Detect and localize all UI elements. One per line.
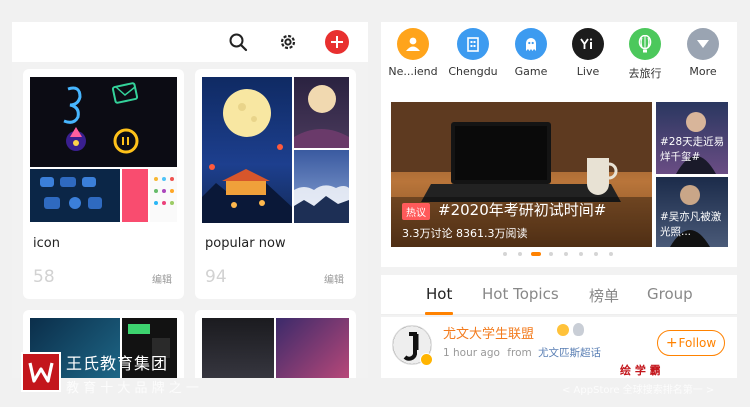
collection-cover-image <box>30 77 177 167</box>
shortcut-label: More <box>689 65 717 78</box>
side-banner-title: #28天走近易烊千玺# <box>660 136 725 163</box>
tab-hot[interactable]: Hot <box>426 285 452 303</box>
carousel-dot[interactable] <box>609 252 613 256</box>
carousel-dot[interactable] <box>518 252 522 256</box>
watermark-slogan: 教 育 十 大 品 牌 之 一 <box>66 381 199 396</box>
shortcut-live[interactable]: Live <box>562 28 614 90</box>
shortcut-label: 去旅行 <box>628 67 662 80</box>
collection-thumb <box>202 318 274 378</box>
shortcut-more[interactable]: More <box>677 28 729 90</box>
building-icon <box>457 28 489 60</box>
collection-title: popular now <box>205 236 286 251</box>
post-source[interactable]: 尤文匹斯超话 <box>538 347 601 359</box>
shortcut-chengdu[interactable]: Chengdu <box>447 28 499 90</box>
shortcut-label: Live <box>576 65 600 78</box>
active-tab-indicator <box>425 312 453 315</box>
follow-button[interactable]: + Follow <box>657 330 725 356</box>
carousel-dot[interactable] <box>579 252 583 256</box>
shortcut-new-friend[interactable]: Ne...iend <box>387 28 439 90</box>
feed-item[interactable]: 尤文大学生联盟 1 hour ago from 尤文匹斯超话 + Follow <box>381 317 737 378</box>
collection-thumb <box>122 169 148 222</box>
tab-hot-topics[interactable]: Hot Topics <box>482 285 559 303</box>
side-banner-title: #吴亦凡被激光照... <box>660 211 722 238</box>
feed-meta: 1 hour ago from 尤文匹斯超话 <box>443 345 601 360</box>
topic-banner-side[interactable]: #28天走近易烊千玺# <box>656 102 728 174</box>
user-icon <box>397 28 429 60</box>
shortcut-game[interactable]: Game <box>505 28 557 90</box>
shortcut-label: Ne...iend <box>388 65 438 78</box>
top-bar <box>12 22 368 62</box>
from-label: from <box>507 347 532 359</box>
watermark-mark: 绘 学 霸 <box>620 364 661 377</box>
carousel-dot[interactable] <box>594 252 598 256</box>
gear-icon[interactable] <box>275 29 301 55</box>
post-time: 1 hour ago <box>443 347 500 359</box>
collections-screen: icon 58 编辑 popular now 94 编辑 <box>12 22 368 378</box>
watermark-logo <box>21 352 61 392</box>
medal-icon <box>573 323 584 336</box>
tab-group[interactable]: Group <box>647 285 693 303</box>
live-icon <box>572 28 604 60</box>
discover-header: Ne...iend Chengdu Game Live 去旅行 More 热议 … <box>381 22 737 267</box>
topic-banner-side[interactable]: #吴亦凡被激光照... <box>656 177 728 247</box>
search-icon[interactable] <box>225 29 251 55</box>
banner-title: #2020年考研初试时间# <box>438 201 607 219</box>
plus-icon <box>331 36 343 48</box>
carousel-dot[interactable] <box>503 252 507 256</box>
balloon-icon <box>629 28 661 60</box>
banner-stats: 3.3万讨论 8361.3万阅读 <box>402 227 528 240</box>
collection-card-icon[interactable]: icon 58 编辑 <box>23 69 184 299</box>
collection-thumb <box>30 169 120 222</box>
hot-tag: 热议 <box>402 203 430 220</box>
follow-label: Follow <box>678 336 717 350</box>
tab-ranking[interactable]: 榜单 <box>589 285 619 306</box>
emoji-icon <box>557 324 569 336</box>
edit-link[interactable]: 编辑 <box>152 271 172 286</box>
collection-count: 58 <box>33 267 55 287</box>
collection-thumb <box>150 169 177 222</box>
edit-link[interactable]: 编辑 <box>324 271 344 286</box>
collection-card[interactable] <box>195 310 356 378</box>
carousel-dots <box>381 252 737 260</box>
topic-banner-main[interactable]: 热议 #2020年考研初试时间# 3.3万讨论 8361.3万阅读 <box>391 102 652 247</box>
collection-title: icon <box>33 236 60 251</box>
verified-icon <box>420 353 433 366</box>
shortcut-travel[interactable]: 去旅行 <box>619 28 671 90</box>
plus-icon: + <box>665 335 678 351</box>
collection-count: 94 <box>205 267 227 287</box>
collection-thumb <box>294 150 349 223</box>
watermark-org: 王氏教育集团 <box>66 354 169 373</box>
collection-thumb <box>294 77 349 148</box>
discover-screen: Ne...iend Chengdu Game Live 去旅行 More 热议 … <box>381 22 737 378</box>
collection-cover-image <box>202 77 292 223</box>
add-button[interactable] <box>325 30 349 54</box>
shortcut-label: Game <box>514 65 548 78</box>
ghost-icon <box>515 28 547 60</box>
carousel-dot[interactable] <box>549 252 553 256</box>
carousel-dot[interactable] <box>564 252 568 256</box>
collection-card-popular-now[interactable]: popular now 94 编辑 <box>195 69 356 299</box>
carousel-dot-active[interactable] <box>531 252 541 256</box>
collection-thumb <box>276 318 349 378</box>
chevron-down-icon <box>687 28 719 60</box>
feed-tabs: Hot Hot Topics 榜单 Group <box>381 275 737 315</box>
shortcut-label: Chengdu <box>448 65 498 78</box>
feed-author-name[interactable]: 尤文大学生联盟 <box>443 323 534 342</box>
watermark-appstore: < AppStore 全球搜索排名第一 > <box>562 385 715 396</box>
